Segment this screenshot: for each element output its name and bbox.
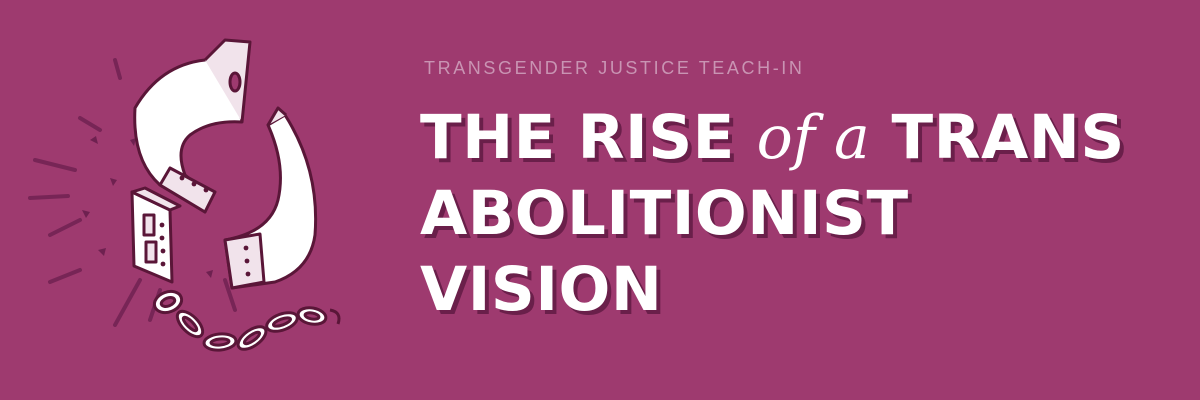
headline-connector: of a bbox=[756, 103, 870, 173]
headline-part-1: THE RISE bbox=[420, 102, 757, 173]
headline-line-3: VISION bbox=[420, 254, 663, 325]
lower-cuff bbox=[223, 106, 318, 290]
broken-shackle-icon bbox=[28, 38, 341, 352]
event-eyebrow: TRANSGENDER JUSTICE TEACH-IN bbox=[424, 58, 805, 78]
headline-line-1: THE RISE of a TRANS bbox=[420, 100, 1180, 176]
event-headline: THE RISE of a TRANS ABOLITIONIST VISION bbox=[420, 100, 1180, 328]
event-banner: TRANSGENDER JUSTICE TEACH-IN THE RISE of… bbox=[0, 0, 1200, 400]
headline-line-2: ABOLITIONIST bbox=[420, 178, 909, 249]
hinge-plate bbox=[130, 186, 182, 284]
chain bbox=[152, 289, 341, 352]
upper-cuff bbox=[133, 38, 252, 214]
headline-part-2: TRANS bbox=[869, 102, 1125, 173]
